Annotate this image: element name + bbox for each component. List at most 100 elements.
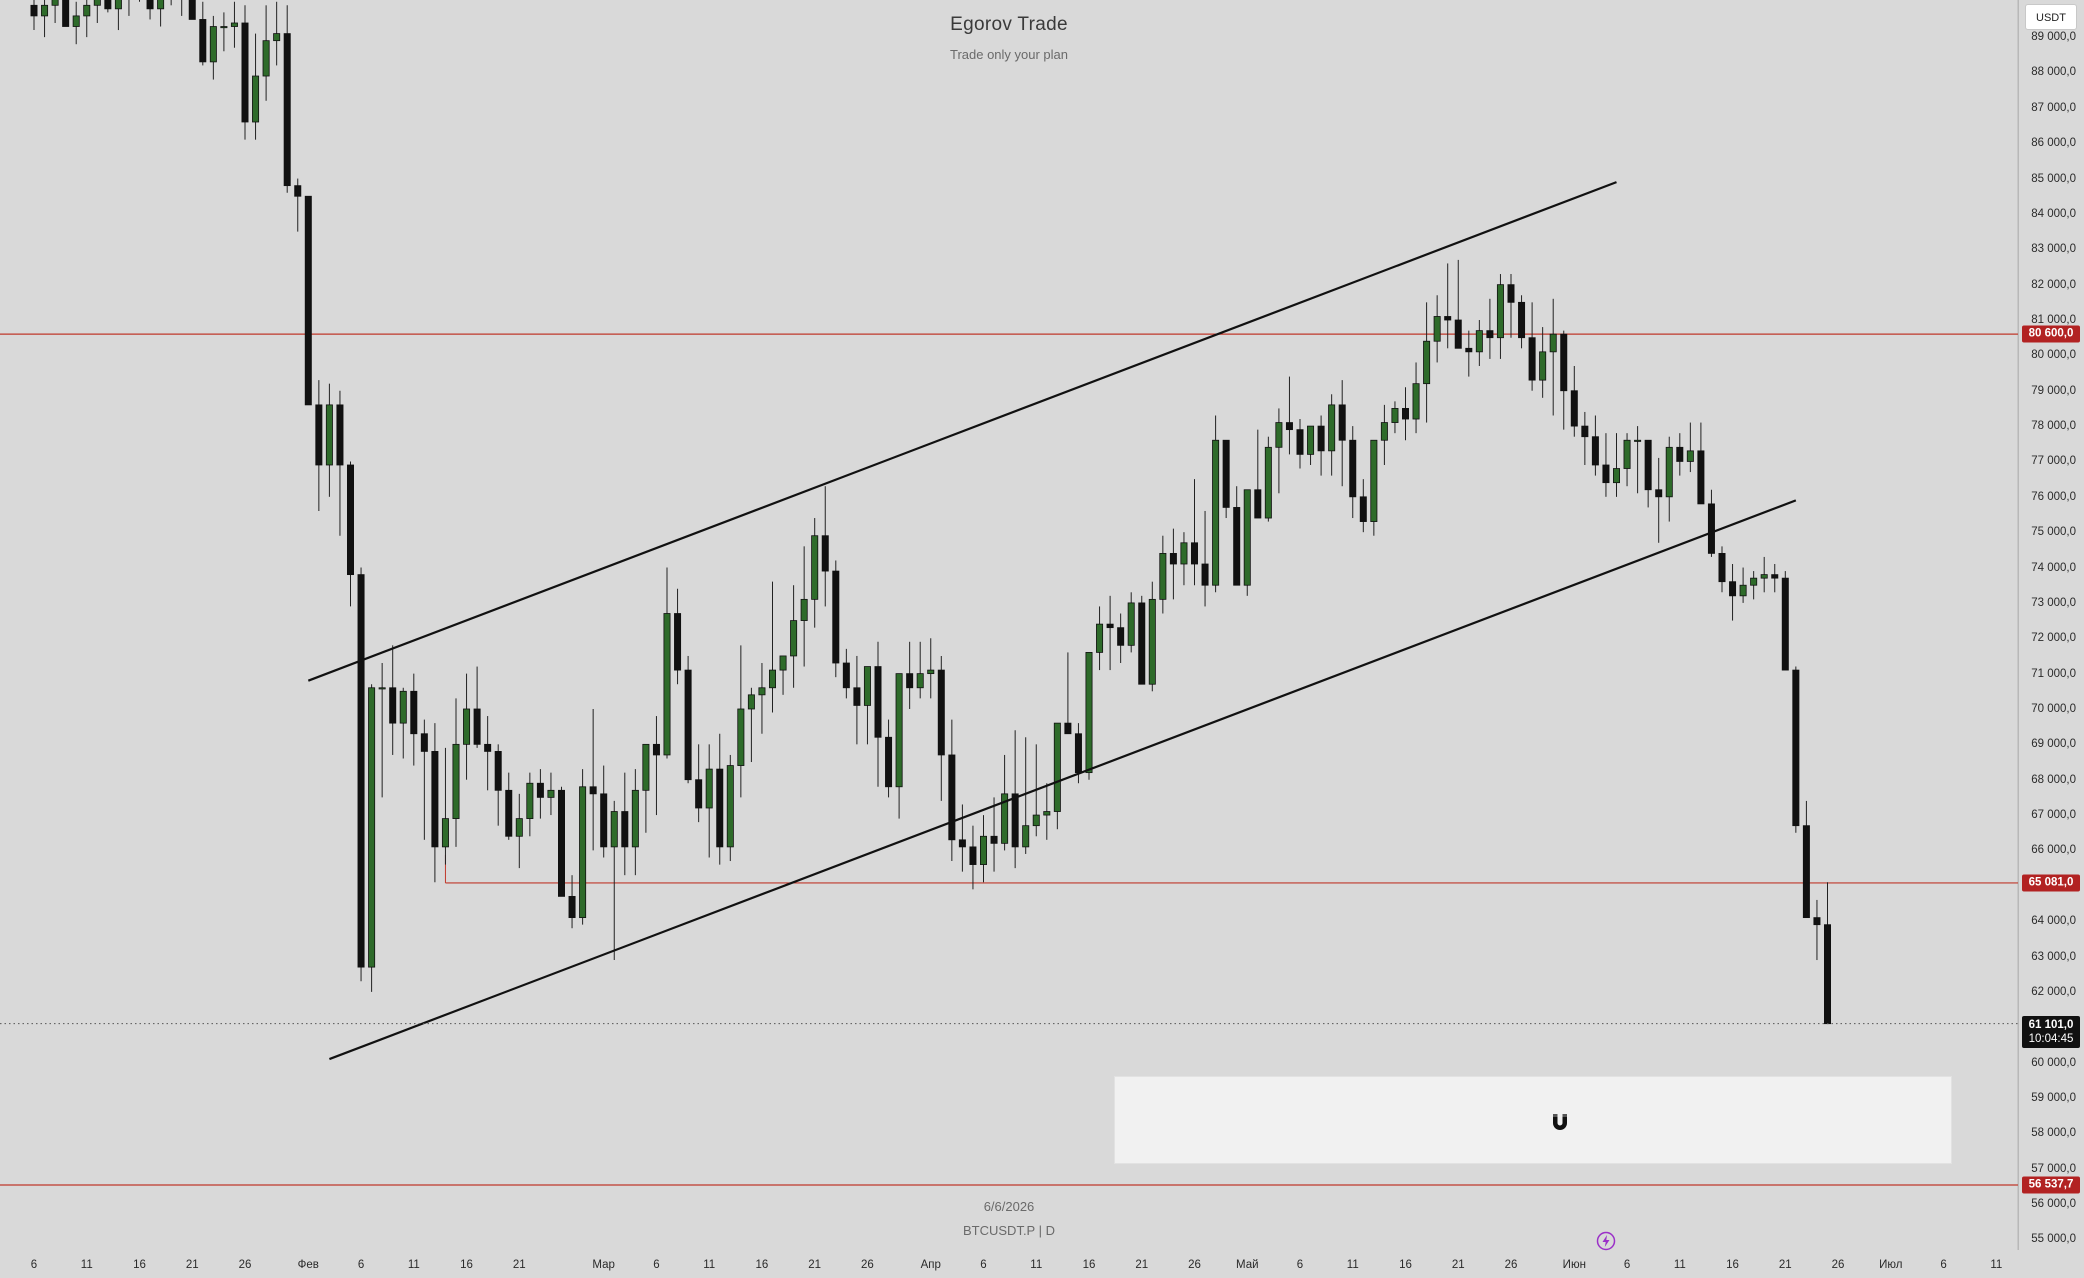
candle-body-bear [1676,446,1684,462]
level-badge-3: 56 537,7 [2022,1176,2080,1194]
channel-upper-line[interactable] [307,181,1617,682]
last-price-badge: 61 101,0 10:04:45 [2022,1015,2080,1048]
candle-body-bull [1085,652,1093,774]
candle-body-bear [1191,542,1199,565]
candle [463,673,471,780]
candle [1549,298,1557,416]
candle-body-bull [515,818,523,837]
price-tick: 85 000,0 [2031,172,2076,185]
time-tick: 16 [1082,1259,1096,1271]
candle [916,641,924,699]
candle-body-bear [948,754,956,841]
candle-body-bull [1433,316,1441,342]
candle [600,765,608,858]
price-tick: 68 000,0 [2031,773,2076,786]
channel-lines[interactable] [307,181,1797,1061]
candle [1180,532,1188,586]
magnet-icon[interactable] [1549,1111,1571,1133]
candle-body-bear [1707,503,1715,554]
candle-body-bull [1275,422,1283,448]
candle [1475,320,1483,366]
candle [473,666,481,748]
candle [1096,606,1104,671]
candle [1275,408,1283,494]
time-axis[interactable]: 6 11 16 21 26 Фев 6 11 16 21 Мар 6 11 16 21 26 Апр 6 11 16 2… [0,1254,2018,1278]
candle-body-bull [1307,425,1315,455]
candle [441,747,449,865]
candle [357,567,365,982]
price-tick: 80 000,0 [2031,349,2076,362]
candle-body-bear [937,669,945,756]
candle-body-bear [1602,464,1610,484]
candle [1676,433,1684,476]
candle [610,800,618,961]
lightning-icon[interactable] [1596,1231,1616,1251]
candle [1307,425,1315,465]
price-tick: 86 000,0 [2031,137,2076,150]
time-tick: 11 [1990,1259,2003,1271]
candle-body-bear [410,690,418,735]
candle-body-bull [1739,584,1747,597]
candle [1665,436,1673,522]
channel-lower-line[interactable] [329,499,1797,1061]
time-tick: 11 [1673,1259,1686,1271]
candle-body-bull [526,782,534,819]
price-tick: 79 000,0 [2031,384,2076,397]
candle-body-bull [368,687,376,968]
candle [990,797,998,872]
candle-body-bear [294,185,302,197]
candle [1138,595,1146,685]
currency-button[interactable]: USDT [2025,4,2077,30]
candle [1391,401,1399,434]
time-tick: 21 [512,1259,526,1271]
candle [1507,274,1515,338]
candle-body-bull [1549,333,1557,353]
candle [1359,479,1367,533]
candle-body-bear [536,782,544,798]
candle-body-bull [895,673,903,788]
candle [547,772,555,816]
candle-body-bear [716,768,724,848]
candle-body-bull [1053,722,1061,812]
candle [1518,295,1526,349]
candle [1264,436,1272,522]
candle [790,585,798,688]
price-tick: 69 000,0 [2031,738,2076,751]
candle [1349,426,1357,519]
candle-body-bull [663,613,671,756]
candle [104,0,112,13]
candle-body-bull [1022,825,1030,848]
time-tick: Апр [920,1259,941,1271]
candle [863,666,871,745]
candle-body-bear [1296,429,1304,455]
price-tick: 88 000,0 [2031,66,2076,79]
candle-body-bull [1243,489,1251,586]
candle [674,588,682,685]
candle-body-bear [652,743,660,756]
candle-body-bull [547,789,555,798]
candle [170,0,172,6]
candle-body-bear [1402,408,1410,420]
candle [1771,564,1779,593]
candle [389,645,397,755]
candle-body-bear [621,811,629,848]
price-axis[interactable]: 55 000,0 56 000,0 57 000,0 58 000,0 59 000,0… [2018,0,2084,1250]
time-tick: 6 [653,1259,660,1271]
candle-body-bear [505,789,513,837]
time-tick: 11 [80,1259,93,1271]
candle-body-bull [93,0,101,6]
candle-body-bear [1813,917,1821,926]
candle [1539,327,1547,398]
chart-area[interactable]: Egorov Trade Trade only your plan 6/6/20… [0,0,2084,1278]
candle [1824,882,1832,1025]
candle [958,804,966,872]
candle-body-bear [558,789,566,897]
candle-body-bull [1180,542,1188,565]
watermark-date: 6/6/2026 [983,1199,1035,1214]
time-tick: 11 [407,1259,420,1271]
price-tick: 76 000,0 [2031,490,2076,503]
overlay-panel[interactable] [1114,1076,1952,1164]
candle [1243,489,1251,596]
candle-body-bull [1032,814,1040,827]
candle [1222,439,1230,519]
